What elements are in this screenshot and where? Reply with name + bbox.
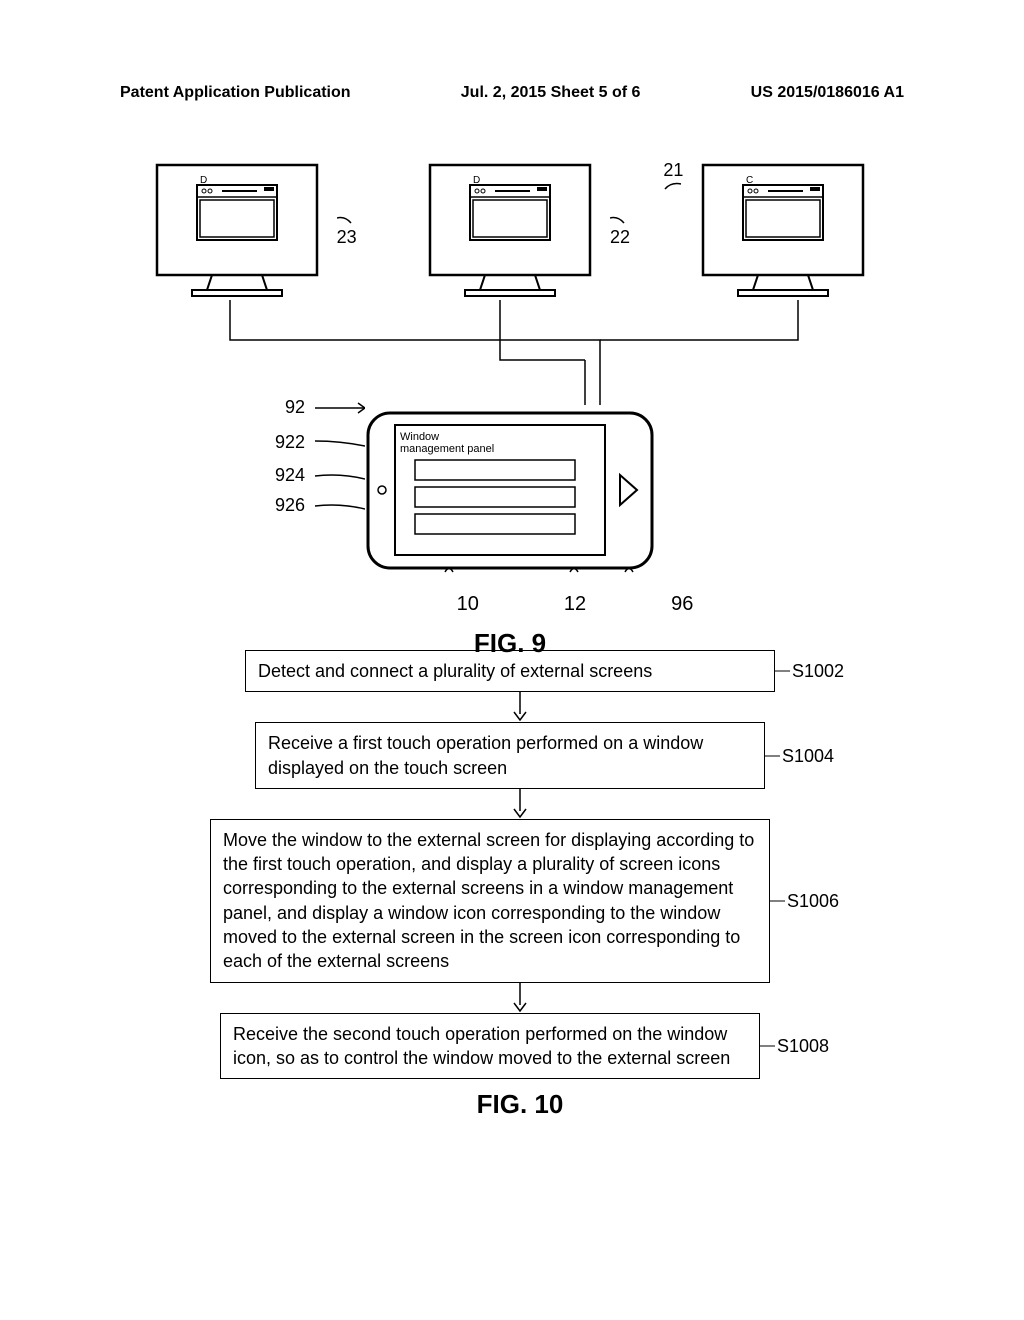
flow-step-2: Receive a first touch operation performe… [255,722,765,789]
flow-step-4: Receive the second touch operation perfo… [220,1013,760,1080]
label-10: 10 [457,593,479,616]
flow-label-s1004: S1004 [782,743,834,767]
flow-arrow-icon [210,789,830,819]
flow-step-3: Move the window to the external screen f… [210,819,770,983]
flow-label-s1006: S1006 [787,889,839,913]
svg-text:C: C [746,175,753,186]
flow-label-s1008: S1008 [777,1034,829,1058]
header-left: Patent Application Publication [120,84,351,102]
fig10-title: FIG. 10 [210,1089,830,1120]
label-922: 922 [275,432,365,453]
tablet-bottom-labels: 10 12 96 [100,593,920,616]
connection-lines [100,300,920,410]
flow-arrow-icon [210,692,830,722]
flow-label-s1002: S1002 [792,659,844,683]
flow-arrow-icon [210,983,830,1013]
figure-10-flowchart: Detect and connect a plurality of extern… [210,650,830,1120]
monitor-23: D 23 [152,160,322,310]
flow-step-1: Detect and connect a plurality of extern… [245,650,775,692]
monitor-21: 21 C [698,160,868,310]
svg-text:D: D [473,175,480,186]
header-middle: Jul. 2, 2015 Sheet 5 of 6 [461,84,641,102]
monitor-21-label: 21 [663,160,683,193]
monitor-22: D 22 [425,160,595,310]
label-12: 12 [564,593,586,616]
monitors-row: D 23 D [100,160,920,310]
tablet-container: 92 922 924 926 Window [100,410,920,585]
monitor-23-label: 23 [337,215,357,248]
label-92: 92 [285,397,365,418]
label-96: 96 [671,593,693,616]
label-924: 924 [275,465,365,486]
monitor-22-label: 22 [610,215,630,248]
figure-9-container: D 23 D [100,160,920,659]
svg-text:Window: Window [400,431,439,443]
tablet-svg: Window management panel [365,410,655,580]
svg-text:management panel: management panel [400,443,494,455]
label-926: 926 [275,495,365,516]
header-right: US 2015/0186016 A1 [751,84,904,102]
svg-text:D: D [200,175,207,186]
page-header: Patent Application Publication Jul. 2, 2… [0,0,1024,102]
